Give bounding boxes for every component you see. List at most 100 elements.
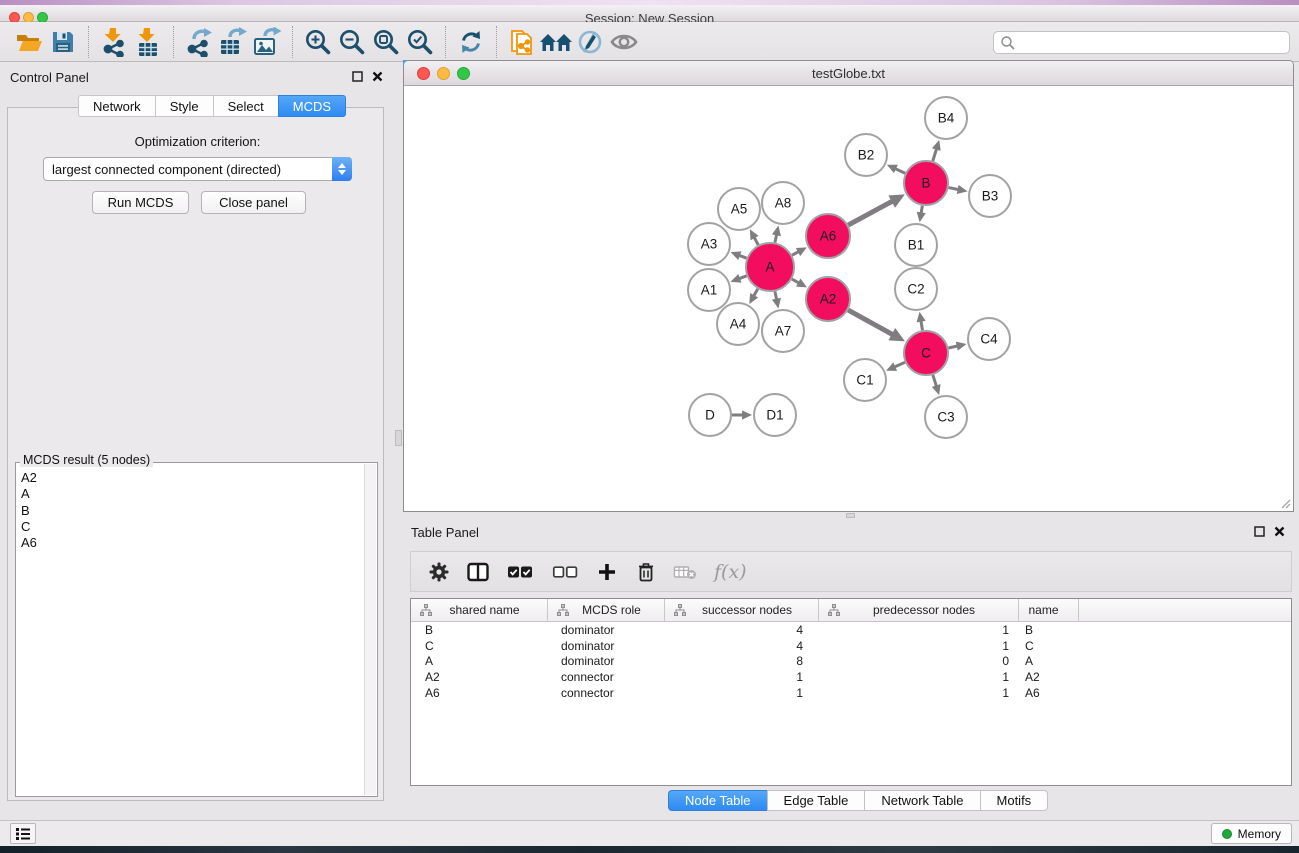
toggle-graphics-details-icon[interactable] [573, 26, 607, 58]
cell-predecessor-nodes[interactable]: 1 [819, 639, 1019, 653]
cell-shared-name[interactable]: B [411, 623, 548, 637]
dropdown-stepper-icon [332, 157, 352, 181]
export-image-icon[interactable] [250, 26, 284, 58]
svg-text:B1: B1 [908, 238, 925, 253]
mcds-result-list[interactable]: A2 A B C A6 [17, 464, 364, 795]
export-network-icon[interactable] [182, 26, 216, 58]
network-graph[interactable]: AA6A2BCA5A8A3A1A4A7B4B2B3B1C2C4C1C3DD1 [404, 86, 1293, 511]
cell-mcds-role[interactable]: dominator [548, 654, 665, 668]
refresh-icon[interactable] [454, 26, 488, 58]
vertical-divider-handle[interactable] [395, 430, 402, 446]
mcds-result-item[interactable]: A2 [21, 470, 364, 486]
column-header-shared-name[interactable]: shared name [411, 599, 548, 621]
table-tabs: Node Table Edge Table Network Table Moti… [668, 790, 1048, 811]
cell-successor-nodes[interactable]: 1 [665, 686, 819, 700]
node-table[interactable]: shared name MCDS role successor nodes pr… [410, 598, 1292, 786]
tab-network[interactable]: Network [78, 95, 155, 117]
svg-text:A6: A6 [820, 229, 837, 244]
network-from-selection-icon[interactable] [505, 26, 539, 58]
add-column-icon[interactable] [595, 560, 619, 584]
status-bar: Memory [0, 820, 1299, 846]
function-builder-icon: f(x) [714, 561, 747, 583]
cell-name[interactable]: B [1019, 623, 1079, 637]
tab-select[interactable]: Select [213, 95, 278, 117]
export-table-icon[interactable] [216, 26, 250, 58]
column-header-predecessor-nodes[interactable]: predecessor nodes [819, 599, 1019, 621]
zoom-out-icon[interactable] [335, 26, 369, 58]
float-panel-icon[interactable] [352, 71, 363, 82]
close-table-panel-icon[interactable] [1274, 526, 1285, 537]
open-session-icon[interactable] [12, 26, 46, 58]
show-hide-panel-icon[interactable] [607, 26, 641, 58]
svg-text:A1: A1 [701, 283, 718, 298]
cell-successor-nodes[interactable]: 1 [665, 670, 819, 684]
list-icon [15, 827, 31, 841]
table-row[interactable]: A6 connector 1 1 A6 [411, 685, 1291, 701]
close-panel-button[interactable]: Close panel [201, 191, 306, 214]
show-columns-icon[interactable] [466, 560, 490, 584]
mcds-result-item[interactable]: C [21, 519, 364, 535]
zoom-in-icon[interactable] [301, 26, 335, 58]
float-table-panel-icon[interactable] [1254, 526, 1265, 537]
cell-mcds-role[interactable]: connector [548, 686, 665, 700]
cell-shared-name[interactable]: C [411, 639, 548, 653]
import-table-icon[interactable] [131, 26, 165, 58]
delete-column-icon[interactable] [634, 560, 658, 584]
cell-name[interactable]: A6 [1019, 686, 1079, 700]
network-window-titlebar[interactable]: testGlobe.txt [404, 61, 1293, 86]
select-all-icon[interactable] [505, 560, 535, 584]
network-canvas[interactable]: AA6A2BCA5A8A3A1A4A7B4B2B3B1C2C4C1C3DD1 [404, 86, 1293, 511]
task-history-button[interactable] [10, 823, 36, 844]
deselect-all-icon[interactable] [550, 560, 580, 584]
column-header-name[interactable]: name [1019, 599, 1079, 621]
run-mcds-button[interactable]: Run MCDS [92, 191, 189, 214]
svg-text:C1: C1 [856, 373, 873, 388]
cell-mcds-role[interactable]: connector [548, 670, 665, 684]
criterion-dropdown[interactable]: largest connected component (directed) [43, 157, 352, 181]
tab-node-table[interactable]: Node Table [668, 790, 767, 811]
close-panel-icon[interactable] [372, 71, 383, 82]
cell-successor-nodes[interactable]: 8 [665, 654, 819, 668]
table-row[interactable]: C dominator 4 1 C [411, 638, 1291, 654]
cell-predecessor-nodes[interactable]: 1 [819, 686, 1019, 700]
mcds-result-item[interactable]: B [21, 503, 364, 519]
cell-predecessor-nodes[interactable]: 1 [819, 623, 1019, 637]
cell-shared-name[interactable]: A [411, 654, 548, 668]
cell-shared-name[interactable]: A2 [411, 670, 548, 684]
tab-mcds[interactable]: MCDS [278, 95, 346, 117]
zoom-selected-icon[interactable] [403, 26, 437, 58]
cell-mcds-role[interactable]: dominator [548, 639, 665, 653]
cell-name[interactable]: C [1019, 639, 1079, 653]
search-input[interactable] [1016, 34, 1289, 52]
cell-name[interactable]: A2 [1019, 670, 1079, 684]
table-options-gear-icon[interactable] [427, 560, 451, 584]
result-scrollbar[interactable] [364, 464, 376, 795]
tab-motifs[interactable]: Motifs [980, 790, 1049, 811]
resize-grip-icon[interactable] [1279, 497, 1291, 509]
cell-predecessor-nodes[interactable]: 0 [819, 654, 1019, 668]
cell-mcds-role[interactable]: dominator [548, 623, 665, 637]
zoom-fit-icon[interactable] [369, 26, 403, 58]
table-row[interactable]: A2 connector 1 1 A2 [411, 669, 1291, 685]
column-header-mcds-role[interactable]: MCDS role [548, 599, 665, 621]
tab-edge-table[interactable]: Edge Table [767, 790, 865, 811]
table-row[interactable]: B dominator 4 1 B [411, 622, 1291, 638]
save-session-icon[interactable] [46, 26, 80, 58]
cell-name[interactable]: A [1019, 654, 1079, 668]
svg-text:A2: A2 [820, 292, 837, 307]
search-field[interactable] [993, 31, 1290, 54]
tab-style[interactable]: Style [155, 95, 213, 117]
cell-successor-nodes[interactable]: 4 [665, 639, 819, 653]
column-header-successor-nodes[interactable]: successor nodes [665, 599, 819, 621]
svg-text:C2: C2 [907, 282, 924, 297]
tab-network-table[interactable]: Network Table [864, 790, 979, 811]
import-network-icon[interactable] [97, 26, 131, 58]
cell-shared-name[interactable]: A6 [411, 686, 548, 700]
mcds-result-item[interactable]: A6 [21, 535, 364, 551]
home-icon[interactable] [539, 26, 573, 58]
cell-successor-nodes[interactable]: 4 [665, 623, 819, 637]
memory-button[interactable]: Memory [1211, 823, 1292, 844]
table-row[interactable]: A dominator 8 0 A [411, 653, 1291, 669]
cell-predecessor-nodes[interactable]: 1 [819, 670, 1019, 684]
mcds-result-item[interactable]: A [21, 486, 364, 502]
